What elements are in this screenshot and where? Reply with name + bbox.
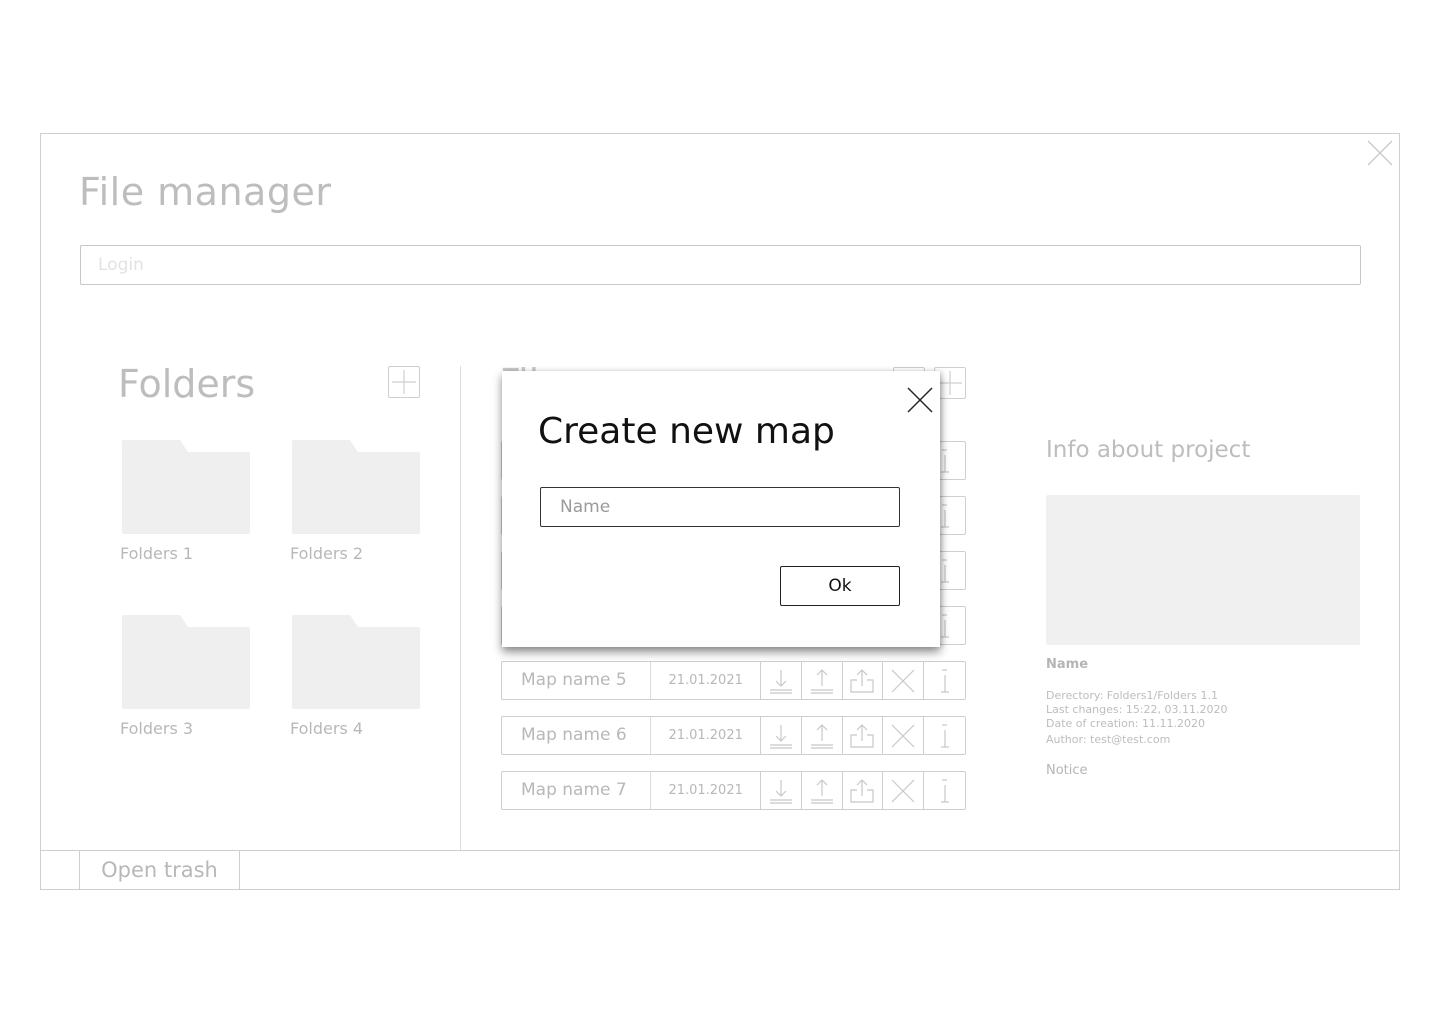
folder-item[interactable]: Folders 2 <box>290 440 422 563</box>
bottom-bar: Open trash <box>41 850 1399 890</box>
delete-button[interactable] <box>883 717 925 754</box>
info-icon <box>940 723 949 748</box>
folders-heading: Folders <box>118 362 256 406</box>
share-icon <box>850 723 875 748</box>
folder-item[interactable]: Folders 3 <box>120 615 252 738</box>
page-title: File manager <box>79 170 332 214</box>
share-button[interactable] <box>843 662 884 699</box>
share-button[interactable] <box>843 772 884 809</box>
info-heading: Info about project <box>1046 437 1251 463</box>
folder-item[interactable]: Folders 4 <box>290 615 422 738</box>
project-preview <box>1046 495 1360 645</box>
delete-icon <box>891 779 915 802</box>
folder-label: Folders 2 <box>290 544 364 563</box>
map-name: Map name 6 <box>502 717 652 754</box>
folder-icon <box>122 440 250 534</box>
folder-icon <box>292 615 420 709</box>
file-row[interactable]: Map name 6 21.01.2021 <box>501 716 966 755</box>
delete-button[interactable] <box>883 662 925 699</box>
file-row[interactable]: Map name 7 21.01.2021 <box>501 771 966 810</box>
map-date: 21.01.2021 <box>651 772 761 809</box>
folder-label: Folders 1 <box>120 544 194 563</box>
map-name: Map name 5 <box>502 662 652 699</box>
add-folder-button[interactable] <box>388 366 420 398</box>
share-icon <box>850 778 875 803</box>
info-name-label: Name <box>1046 657 1089 672</box>
info-button[interactable] <box>924 662 965 699</box>
download-icon <box>769 724 792 749</box>
open-trash-button[interactable]: Open trash <box>79 851 240 890</box>
delete-icon <box>891 724 915 747</box>
upload-button[interactable] <box>802 662 843 699</box>
info-author: Author: test@test.com <box>1046 733 1171 746</box>
file-row[interactable]: Map name 5 21.01.2021 <box>501 661 966 700</box>
delete-button[interactable] <box>883 772 925 809</box>
download-button[interactable] <box>761 662 802 699</box>
create-map-dialog: Create new map Ok <box>502 371 940 647</box>
column-divider <box>460 366 461 851</box>
download-icon <box>769 669 792 694</box>
login-input[interactable] <box>80 245 1361 285</box>
upload-icon <box>810 778 833 804</box>
folder-item[interactable]: Folders 1 <box>120 440 252 563</box>
download-button[interactable] <box>761 717 802 754</box>
plus-icon <box>392 370 416 394</box>
map-date: 21.01.2021 <box>651 717 761 754</box>
info-button[interactable] <box>924 772 965 809</box>
info-icon <box>940 668 949 693</box>
folder-label: Folders 3 <box>120 719 194 738</box>
info-button[interactable] <box>924 717 965 754</box>
upload-button[interactable] <box>802 717 843 754</box>
info-notice: Notice <box>1046 763 1088 778</box>
info-last-changes: Last changes: 15:22, 03.11.2020 <box>1046 703 1228 716</box>
folder-icon <box>292 440 420 534</box>
folder-label: Folders 4 <box>290 719 364 738</box>
upload-button[interactable] <box>802 772 843 809</box>
info-icon <box>940 778 949 803</box>
download-button[interactable] <box>761 772 802 809</box>
map-date: 21.01.2021 <box>651 662 761 699</box>
delete-icon <box>891 669 915 692</box>
map-name-input[interactable] <box>540 487 900 527</box>
ok-button[interactable]: Ok <box>780 566 900 606</box>
folder-icon <box>122 615 250 709</box>
info-directory: Derectory: Folders1/Folders 1.1 <box>1046 689 1218 702</box>
share-icon <box>850 668 875 693</box>
close-icon[interactable] <box>1367 140 1393 166</box>
upload-icon <box>810 668 833 694</box>
info-date-of-creation: Date of creation: 11.11.2020 <box>1046 717 1205 730</box>
map-name: Map name 7 <box>502 772 652 809</box>
dialog-title: Create new map <box>538 411 835 452</box>
close-icon[interactable] <box>907 387 933 413</box>
download-icon <box>769 779 792 804</box>
upload-icon <box>810 723 833 749</box>
share-button[interactable] <box>843 717 884 754</box>
